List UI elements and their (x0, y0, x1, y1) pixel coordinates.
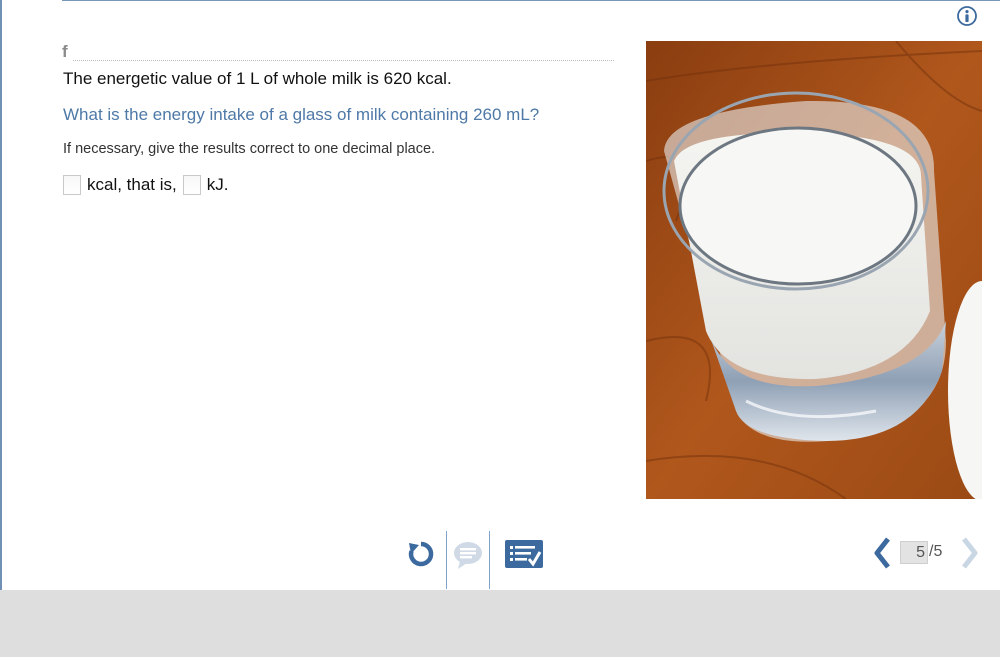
kcal-unit-label: kcal, that is, (87, 175, 177, 194)
answer-row: kcal, that is, kJ. (63, 173, 229, 197)
section-header: f (62, 42, 614, 62)
toolbar-divider (489, 531, 490, 589)
exercise-statement: The energetic value of 1 L of whole milk… (63, 69, 452, 88)
kj-unit-label: kJ. (206, 175, 229, 194)
checklist-icon[interactable] (505, 540, 543, 569)
exercise-instruction: If necessary, give the results correct t… (63, 141, 436, 157)
previous-page-icon[interactable] (872, 537, 894, 569)
left-border (0, 0, 2, 590)
info-icon[interactable] (957, 6, 977, 26)
toolbar-divider (446, 531, 447, 589)
top-rule (62, 0, 1000, 1)
retry-icon[interactable] (406, 539, 436, 569)
exercise-question: What is the energy intake of a glass of … (63, 105, 540, 124)
kj-answer-field[interactable] (182, 175, 201, 195)
comment-icon[interactable] (452, 540, 484, 570)
section-letter: f (62, 42, 72, 62)
footer-bar (0, 590, 1000, 657)
page-total: /5 (929, 543, 943, 560)
next-page-icon[interactable] (958, 537, 980, 569)
page-number-input[interactable]: 5 (900, 541, 928, 564)
glass-of-milk-photo (646, 41, 982, 499)
kcal-answer-field[interactable] (63, 175, 81, 195)
